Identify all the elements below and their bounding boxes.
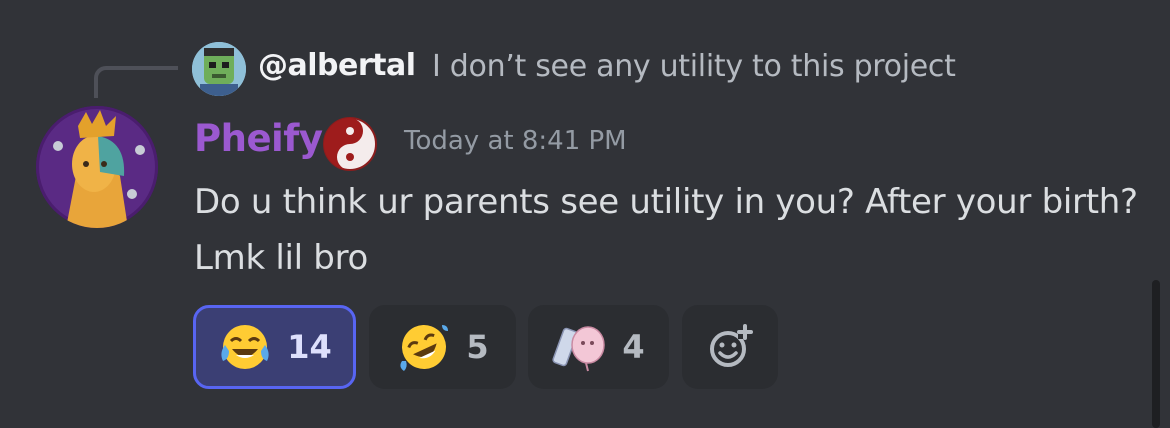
reaction-count: 4 — [622, 328, 645, 366]
add-reaction-button[interactable] — [682, 305, 778, 389]
scrollbar[interactable] — [1152, 280, 1160, 428]
reaction-count: 5 — [466, 328, 489, 366]
reaction-tears-of-joy[interactable]: 14 — [193, 305, 356, 389]
reaction-count: 14 — [287, 328, 332, 366]
author-avatar[interactable] — [36, 106, 158, 228]
custom-balloon-emoji-icon — [552, 326, 606, 372]
reply-spine — [94, 66, 178, 98]
reaction-rofl[interactable]: 5 — [369, 305, 516, 389]
message-content: Do u think ur parents see utility in you… — [194, 182, 1138, 278]
reply-avatar[interactable] — [192, 42, 246, 96]
reply-preview-text[interactable]: I don’t see any utility to this project — [432, 49, 956, 84]
super-normal-badge-icon[interactable] — [322, 116, 378, 172]
reaction-custom-balloon[interactable]: 4 — [528, 305, 669, 389]
message-timestamp[interactable]: Today at 8:41 PM — [404, 126, 627, 156]
face-with-tears-of-joy-icon — [221, 325, 269, 369]
zombie-avatar-icon — [192, 42, 246, 96]
portrait-avatar-icon — [36, 106, 158, 228]
rolling-on-the-floor-laughing-icon — [400, 325, 449, 371]
badge-icon — [323, 117, 377, 171]
add-reaction-icon — [710, 324, 753, 367]
author-name[interactable]: Pheify — [194, 117, 323, 160]
reply-username[interactable]: @albertal — [258, 48, 416, 83]
